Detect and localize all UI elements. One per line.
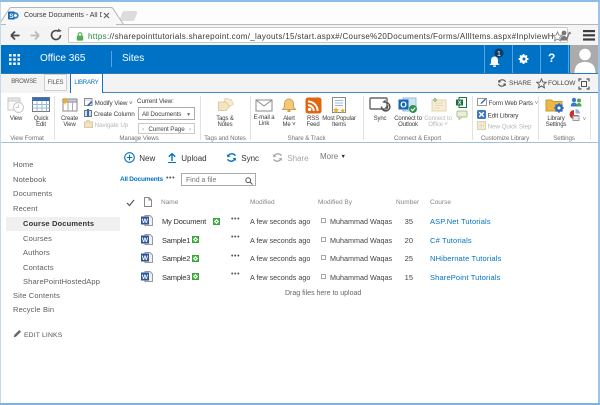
svg-text:W: W [142,255,149,262]
svg-text:W: W [142,237,149,244]
svg-text:W: W [142,218,149,225]
svg-text:W: W [142,274,149,281]
svg-text:S: S [9,13,14,20]
svg-text:O: O [400,99,407,109]
svg-text:1: 1 [497,48,501,57]
svg-text:X: X [458,100,462,106]
